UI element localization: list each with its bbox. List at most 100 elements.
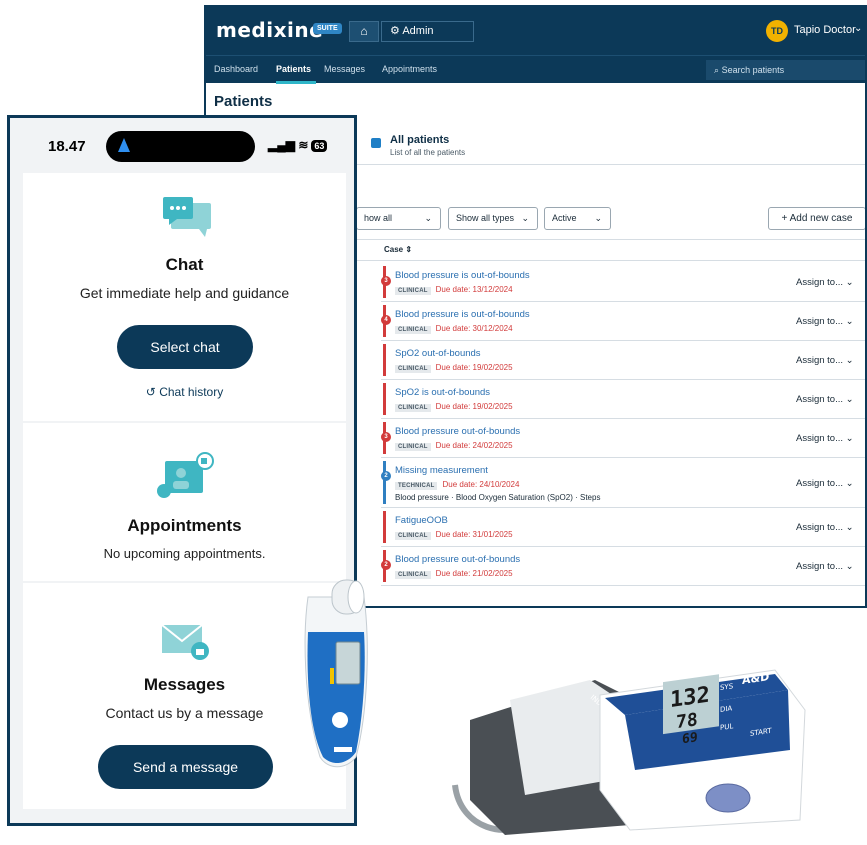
nav-active-indicator	[276, 81, 316, 84]
case-row[interactable]: FatigueOOB CLINICAL Due date: 31/01/2025 As…	[381, 508, 865, 547]
assign-dropdown[interactable]: Assign to... ⌄	[796, 522, 854, 533]
status-icons: ▂▄▆ ≋ 63	[268, 138, 328, 152]
bp-pul-value: 69	[682, 730, 698, 747]
filter-status[interactable]: how all ⌄	[356, 207, 441, 230]
bp-pul-label: PUL	[720, 721, 733, 732]
case-type-tag: CLINICAL	[395, 287, 431, 295]
filter-label: how all	[364, 213, 393, 223]
chevron-down-icon: ⌄	[845, 394, 854, 405]
battery-icon: 63	[311, 140, 328, 152]
admin-button[interactable]: ⚙ Admin	[381, 21, 474, 42]
case-count-badge: 3	[381, 432, 391, 442]
case-row[interactable]: 2 Blood pressure out-of-bounds CLINICAL Due…	[381, 547, 865, 586]
case-type-tag: CLINICAL	[395, 532, 431, 540]
assign-dropdown[interactable]: Assign to... ⌄	[796, 394, 854, 405]
divider	[356, 164, 865, 165]
location-arrow-icon	[118, 138, 130, 152]
nav-appointments[interactable]: Appointments	[382, 64, 437, 74]
filter-active[interactable]: Active ⌄	[544, 207, 611, 230]
priority-bar	[383, 461, 386, 504]
assign-label: Assign to...	[796, 394, 843, 405]
chat-card: Chat Get immediate help and guidance Sel…	[23, 173, 346, 421]
list-title: All patients	[390, 134, 450, 146]
case-title[interactable]: SpO2 out-of-bounds	[395, 348, 481, 359]
case-type-tag: CLINICAL	[395, 443, 431, 451]
user-avatar[interactable]: TD	[766, 20, 788, 42]
select-chat-button[interactable]: Select chat	[117, 325, 253, 369]
case-title[interactable]: Missing measurement	[395, 465, 488, 476]
assign-dropdown[interactable]: Assign to... ⌄	[796, 478, 854, 489]
assign-dropdown[interactable]: Assign to... ⌄	[796, 561, 854, 572]
home-icon: ⌂	[360, 24, 368, 38]
start-button	[705, 783, 751, 813]
assign-dropdown[interactable]: Assign to... ⌄	[796, 277, 854, 288]
list-icon	[371, 138, 381, 148]
chevron-down-icon: ⌄	[845, 522, 854, 533]
case-due-date: Due date: 24/10/2024	[442, 480, 520, 489]
envelope-lock-icon	[161, 624, 209, 660]
case-row[interactable]: 4 Blood pressure is out-of-bounds CLINICAL…	[381, 302, 865, 341]
case-due-date: Due date: 19/02/2025	[435, 402, 513, 411]
chevron-down-icon: ⌄	[845, 355, 854, 366]
case-count-badge: 2	[381, 471, 391, 481]
case-row[interactable]: 3 Blood pressure is out-of-bounds CLINICAL…	[381, 263, 865, 302]
filter-type[interactable]: Show all types ⌄	[448, 207, 538, 230]
case-column-header[interactable]: Case ⇕	[384, 245, 412, 254]
add-new-case-button[interactable]: + Add new case	[768, 207, 865, 230]
history-icon: ↺	[145, 385, 156, 399]
divider	[356, 239, 865, 240]
nav-patients[interactable]: Patients	[276, 64, 311, 74]
assign-dropdown[interactable]: Assign to... ⌄	[796, 355, 854, 366]
case-meta: CLINICAL Due date: 13/12/2024	[395, 285, 513, 295]
send-message-button[interactable]: Send a message	[98, 745, 273, 789]
priority-bar	[383, 383, 386, 415]
case-count-badge: 2	[381, 560, 391, 570]
case-list: 3 Blood pressure is out-of-bounds CLINICAL…	[381, 263, 865, 586]
chat-history-link[interactable]: ↺ Chat history	[23, 385, 346, 399]
case-row[interactable]: SpO2 is out-of-bounds CLINICAL Due date: 1…	[381, 380, 865, 419]
case-due-date: Due date: 24/02/2025	[435, 441, 513, 450]
dynamic-island	[106, 131, 255, 162]
user-name[interactable]: Tapio Doctor	[794, 24, 856, 36]
case-due-date: Due date: 31/01/2025	[435, 530, 513, 539]
case-row[interactable]: 3 Blood pressure out-of-bounds CLINICAL Due…	[381, 419, 865, 458]
search-placeholder: Search patients	[721, 65, 785, 75]
case-meta: TECHNICAL Due date: 24/10/2024	[395, 480, 520, 490]
status-time: 18.47	[48, 138, 86, 155]
search-input[interactable]: ⌕ Search patients	[706, 60, 865, 80]
nav-messages[interactable]: Messages	[324, 64, 365, 74]
case-title[interactable]: SpO2 is out-of-bounds	[395, 387, 490, 398]
case-meta: CLINICAL Due date: 31/01/2025	[395, 530, 513, 540]
signal-icon: ▂▄▆	[268, 138, 295, 152]
case-meta: CLINICAL Due date: 24/02/2025	[395, 441, 513, 451]
home-button[interactable]: ⌂	[349, 21, 379, 42]
assign-label: Assign to...	[796, 355, 843, 366]
case-title[interactable]: Blood pressure is out-of-bounds	[395, 309, 530, 320]
case-row[interactable]: SpO2 out-of-bounds CLINICAL Due date: 19/0…	[381, 341, 865, 380]
assign-label: Assign to...	[796, 316, 843, 327]
spirometer-device	[304, 579, 368, 768]
case-title[interactable]: Blood pressure out-of-bounds	[395, 554, 520, 565]
case-due-date: Due date: 30/12/2024	[435, 324, 513, 333]
case-title[interactable]: Blood pressure is out-of-bounds	[395, 270, 530, 281]
chevron-down-icon: ⌄	[845, 277, 854, 288]
assign-label: Assign to...	[796, 561, 843, 572]
assign-dropdown[interactable]: Assign to... ⌄	[796, 316, 854, 327]
case-row[interactable]: 2 Missing measurement TECHNICAL Due date: 2…	[381, 458, 865, 508]
case-type-tag: CLINICAL	[395, 571, 431, 579]
assign-dropdown[interactable]: Assign to... ⌄	[796, 433, 854, 444]
chevron-down-icon[interactable]: ⌄	[854, 23, 862, 34]
case-meta: CLINICAL Due date: 30/12/2024	[395, 324, 513, 334]
search-icon: ⌕	[714, 65, 720, 75]
page-title: Patients	[214, 93, 273, 110]
appointments-card: Appointments No upcoming appointments.	[23, 423, 346, 581]
chat-title: Chat	[165, 255, 204, 274]
nav-dashboard[interactable]: Dashboard	[214, 64, 258, 74]
case-count-badge: 3	[381, 276, 391, 286]
case-title[interactable]: FatigueOOB	[395, 515, 448, 526]
assign-label: Assign to...	[796, 522, 843, 533]
case-type-tag: CLINICAL	[395, 404, 431, 412]
chat-subtitle: Get immediate help and guidance	[79, 285, 290, 301]
case-type-tag: CLINICAL	[395, 326, 431, 334]
case-title[interactable]: Blood pressure out-of-bounds	[395, 426, 520, 437]
